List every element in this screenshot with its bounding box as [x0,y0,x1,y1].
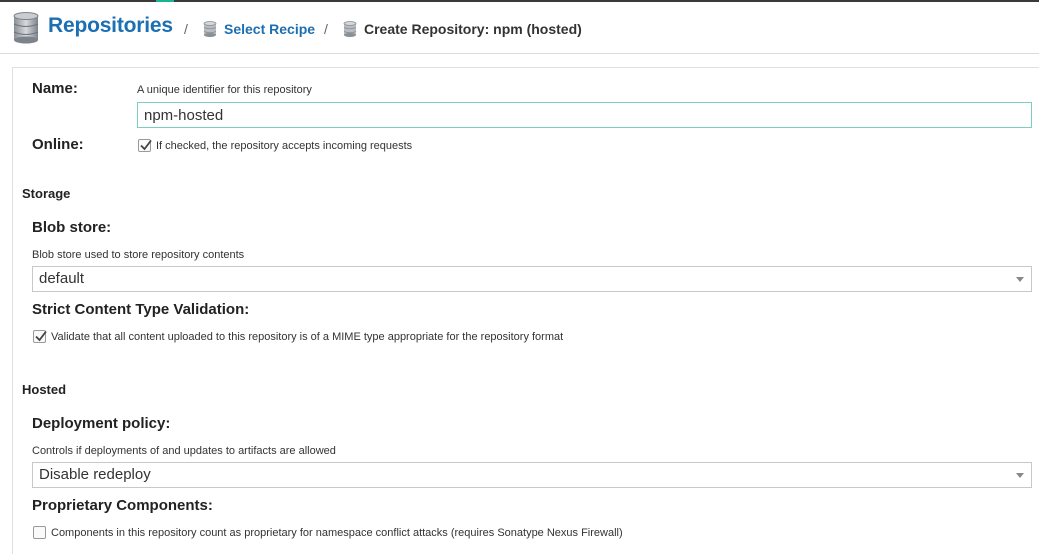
chevron-down-icon [1016,473,1024,478]
proprietary-components-label: Proprietary Components: [32,497,213,514]
online-label: Online: [32,136,84,153]
checkmark-icon [140,139,152,151]
deployment-policy-select[interactable]: Disable redeploy [32,462,1032,488]
chevron-down-icon [1016,277,1024,282]
deployment-policy-help-text: Controls if deployments of and updates t… [32,445,336,457]
name-label: Name: [32,80,78,97]
strict-validation-label: Strict Content Type Validation: [32,301,250,318]
online-help-text: If checked, the repository accepts incom… [156,140,413,152]
checkmark-icon [35,330,47,342]
blob-store-value: default [39,270,85,287]
breadcrumb: Repositories / Select Recipe / Create Re… [0,2,1039,54]
storage-section-heading: Storage [22,186,71,201]
breadcrumb-repositories-link[interactable]: Repositories [48,14,173,38]
breadcrumb-current-page: Create Repository: npm (hosted) [364,21,582,37]
online-checkbox[interactable] [138,139,152,152]
deployment-policy-value: Disable redeploy [39,466,151,483]
database-icon [203,21,217,37]
name-help-text: A unique identifier for this repository [137,84,312,96]
hosted-section-heading: Hosted [22,382,67,397]
blob-store-help-text: Blob store used to store repository cont… [32,249,245,261]
database-icon [343,21,357,37]
breadcrumb-select-recipe-link[interactable]: Select Recipe [224,21,315,37]
breadcrumb-separator: / [324,21,328,37]
proprietary-components-help-text: Components in this repository count as p… [51,527,623,539]
proprietary-components-checkbox[interactable] [33,526,46,539]
deployment-policy-label: Deployment policy: [32,415,171,432]
strict-validation-checkbox[interactable] [33,330,47,343]
blob-store-label: Blob store: [32,219,112,236]
blob-store-select[interactable]: default [32,266,1032,292]
strict-validation-help-text: Validate that all content uploaded to th… [51,331,564,343]
database-icon [13,12,39,44]
breadcrumb-separator: / [184,21,188,37]
name-input[interactable] [137,102,1032,128]
